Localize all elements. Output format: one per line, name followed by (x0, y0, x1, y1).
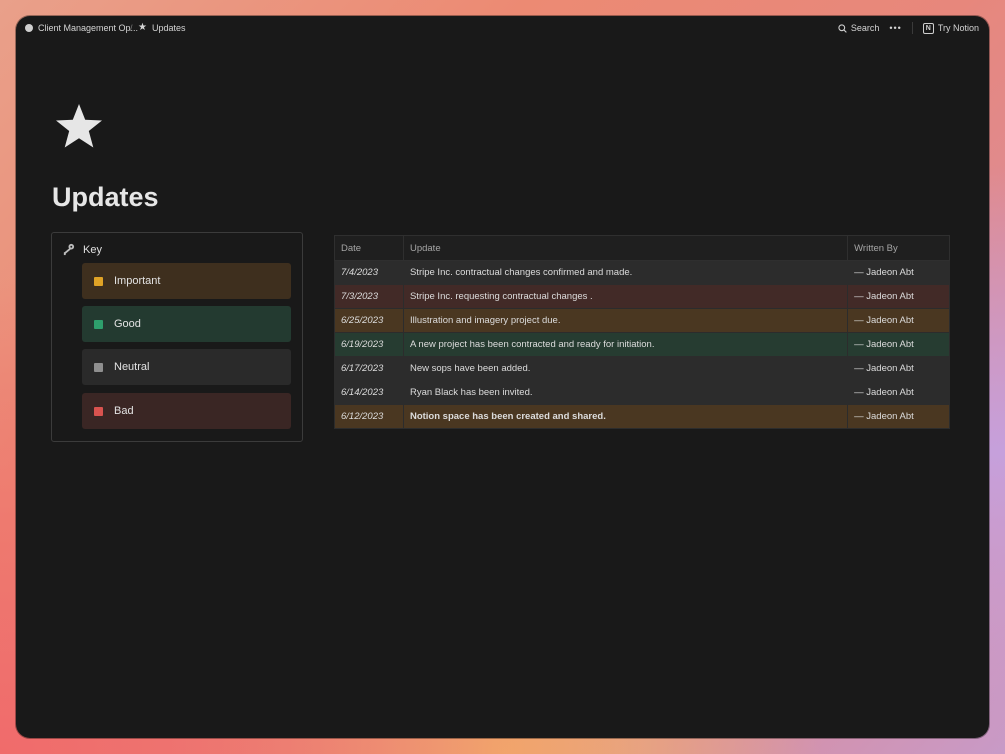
author-cell[interactable]: — Jadeon Abt (847, 260, 950, 285)
date-cell[interactable]: 6/19/2023 (334, 332, 404, 357)
author-cell[interactable]: — Jadeon Abt (847, 404, 950, 429)
key-panel: Key Important Good Neutral Bad (51, 232, 303, 442)
search-button[interactable]: Search (838, 23, 880, 33)
key-item-bad: Bad (82, 393, 291, 429)
breadcrumb-current[interactable]: ★ Updates (138, 16, 186, 40)
star-icon[interactable] (54, 102, 104, 152)
author-cell[interactable]: — Jadeon Abt (847, 332, 950, 357)
workspace-icon (25, 24, 33, 32)
key-heading: Key (62, 243, 102, 256)
update-cell[interactable]: Illustration and imagery project due. (402, 308, 849, 333)
try-notion-label: Try Notion (937, 23, 979, 33)
table-row[interactable]: 6/17/2023 New sops have been added. — Ja… (334, 356, 950, 381)
key-item-label: Good (114, 318, 141, 330)
toolbar-divider (911, 22, 913, 34)
table-row[interactable]: 7/4/2023 Stripe Inc. contractual changes… (334, 260, 950, 285)
update-cell[interactable]: New sops have been added. (402, 356, 849, 381)
key-item-good: Good (82, 306, 291, 342)
column-header-update[interactable]: Update (402, 235, 849, 261)
author-cell[interactable]: — Jadeon Abt (847, 308, 950, 333)
star-icon: ★ (138, 22, 147, 33)
date-cell[interactable]: 7/3/2023 (334, 284, 404, 309)
update-cell[interactable]: Stripe Inc. contractual changes confirme… (402, 260, 849, 285)
try-notion-button[interactable]: N Try Notion (922, 22, 979, 34)
important-swatch (94, 276, 103, 286)
breadcrumb-parent-label: Client Management Op... (38, 23, 139, 33)
page-title: Updates (52, 182, 159, 212)
top-bar-tools: Search ••• N Try Notion (838, 16, 979, 40)
notion-logo-icon: N (922, 22, 934, 34)
date-cell[interactable]: 6/17/2023 (334, 356, 404, 381)
breadcrumb-parent[interactable]: Client Management Op... (25, 16, 138, 40)
notion-window: Client Management Op... / ★ Updates Sear… (16, 16, 989, 738)
bad-swatch (94, 406, 103, 416)
update-cell[interactable]: Stripe Inc. requesting contractual chang… (402, 284, 849, 309)
date-cell[interactable]: 6/25/2023 (334, 308, 404, 333)
author-cell[interactable]: — Jadeon Abt (847, 284, 950, 309)
top-bar: Client Management Op... / ★ Updates Sear… (16, 16, 989, 40)
key-item-label: Bad (114, 405, 134, 417)
update-cell[interactable]: Notion space has been created and shared… (402, 404, 849, 429)
table-row[interactable]: 6/19/2023 A new project has been contrac… (334, 332, 950, 357)
breadcrumb-current-label: Updates (151, 23, 186, 33)
more-options-button[interactable]: ••• (889, 23, 901, 33)
good-swatch (94, 319, 103, 329)
key-item-neutral: Neutral (82, 349, 291, 385)
key-icon (63, 243, 75, 256)
updates-table: Date Update Written By 7/4/2023 Stripe I… (334, 235, 950, 429)
date-cell[interactable]: 7/4/2023 (334, 260, 404, 285)
update-cell[interactable]: Ryan Black has been invited. (402, 380, 849, 405)
search-icon (838, 23, 847, 33)
neutral-swatch (94, 362, 103, 372)
date-cell[interactable]: 6/14/2023 (334, 380, 404, 405)
key-item-important: Important (82, 263, 291, 299)
author-cell[interactable]: — Jadeon Abt (847, 380, 950, 405)
key-item-label: Neutral (114, 361, 150, 373)
key-item-label: Important (114, 275, 161, 287)
update-cell[interactable]: A new project has been contracted and re… (402, 332, 849, 357)
breadcrumb-separator: / (130, 23, 133, 33)
more-icon: ••• (889, 23, 902, 33)
table-row[interactable]: 6/14/2023 Ryan Black has been invited. —… (334, 380, 950, 405)
table-header-row: Date Update Written By (334, 235, 950, 261)
key-heading-label: Key (83, 243, 102, 256)
column-header-written-by[interactable]: Written By (847, 235, 950, 261)
table-row[interactable]: 7/3/2023 Stripe Inc. requesting contract… (334, 284, 950, 309)
date-cell[interactable]: 6/12/2023 (334, 404, 404, 429)
table-row[interactable]: 6/25/2023 Illustration and imagery proje… (334, 308, 950, 333)
author-cell[interactable]: — Jadeon Abt (847, 356, 950, 381)
column-header-date[interactable]: Date (334, 235, 404, 261)
search-label: Search (850, 23, 880, 33)
table-row[interactable]: 6/12/2023 Notion space has been created … (334, 404, 950, 429)
